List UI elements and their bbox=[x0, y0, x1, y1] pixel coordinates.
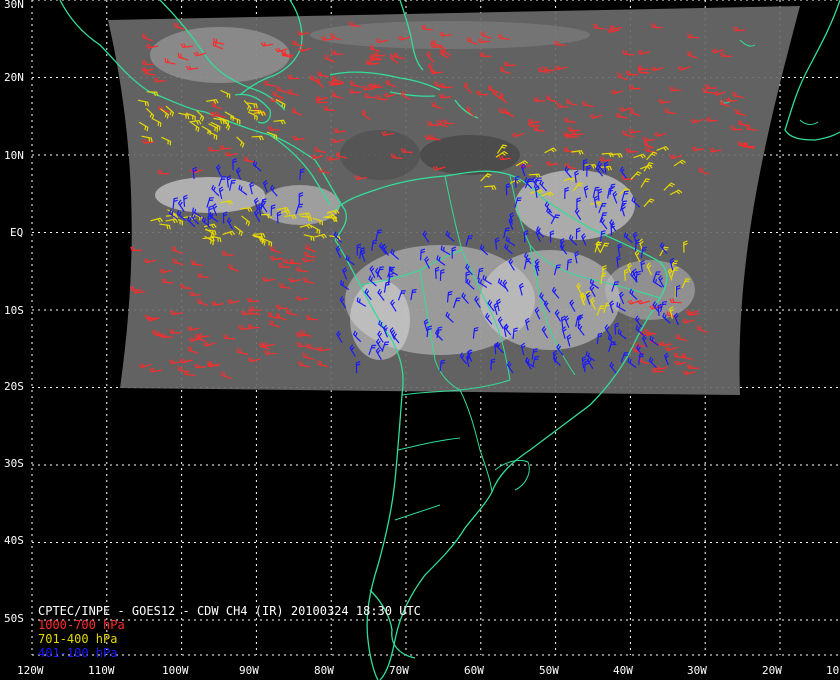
lon-label: 20W bbox=[762, 664, 782, 677]
lat-label: 30N bbox=[4, 0, 24, 11]
lon-label: 70W bbox=[389, 664, 409, 677]
lon-label: 30W bbox=[687, 664, 707, 677]
lon-label: 110W bbox=[88, 664, 115, 677]
lat-label: 50S bbox=[4, 612, 24, 625]
legend-item-mid-level: 701-400 hPa bbox=[38, 632, 118, 646]
lat-label: 10S bbox=[4, 304, 24, 317]
lon-label: 100W bbox=[162, 664, 189, 677]
lon-label: 90W bbox=[239, 664, 259, 677]
satellite-wind-map: 30N 20N 10N EQ 10S 20S 30S 40S 50S 120W … bbox=[4, 0, 840, 680]
latitude-labels: 30N 20N 10N EQ 10S 20S 30S 40S 50S bbox=[4, 0, 24, 625]
map-caption: CPTEC/INPE - GOES12 - CDW CH4 (IR) 20100… bbox=[38, 604, 421, 660]
legend-item-upper-level: 401-100 hPa bbox=[38, 646, 118, 660]
lon-label: 40W bbox=[613, 664, 633, 677]
lon-label: 80W bbox=[314, 664, 334, 677]
lat-label: EQ bbox=[10, 226, 23, 239]
lon-label: 60W bbox=[464, 664, 484, 677]
legend-item-low-level: 1000-700 hPa bbox=[38, 618, 125, 632]
lat-label: 20N bbox=[4, 71, 24, 84]
lon-label: 50W bbox=[539, 664, 559, 677]
lat-label: 10N bbox=[4, 149, 24, 162]
lon-label: 120W bbox=[17, 664, 44, 677]
lat-label: 20S bbox=[4, 380, 24, 393]
lat-label: 40S bbox=[4, 534, 24, 547]
lon-label: 10 bbox=[826, 664, 839, 677]
caption-title: CPTEC/INPE - GOES12 - CDW CH4 (IR) 20100… bbox=[38, 604, 421, 618]
longitude-labels: 120W 110W 100W 90W 80W 70W 60W 50W 40W 3… bbox=[17, 664, 839, 677]
lat-label: 30S bbox=[4, 457, 24, 470]
